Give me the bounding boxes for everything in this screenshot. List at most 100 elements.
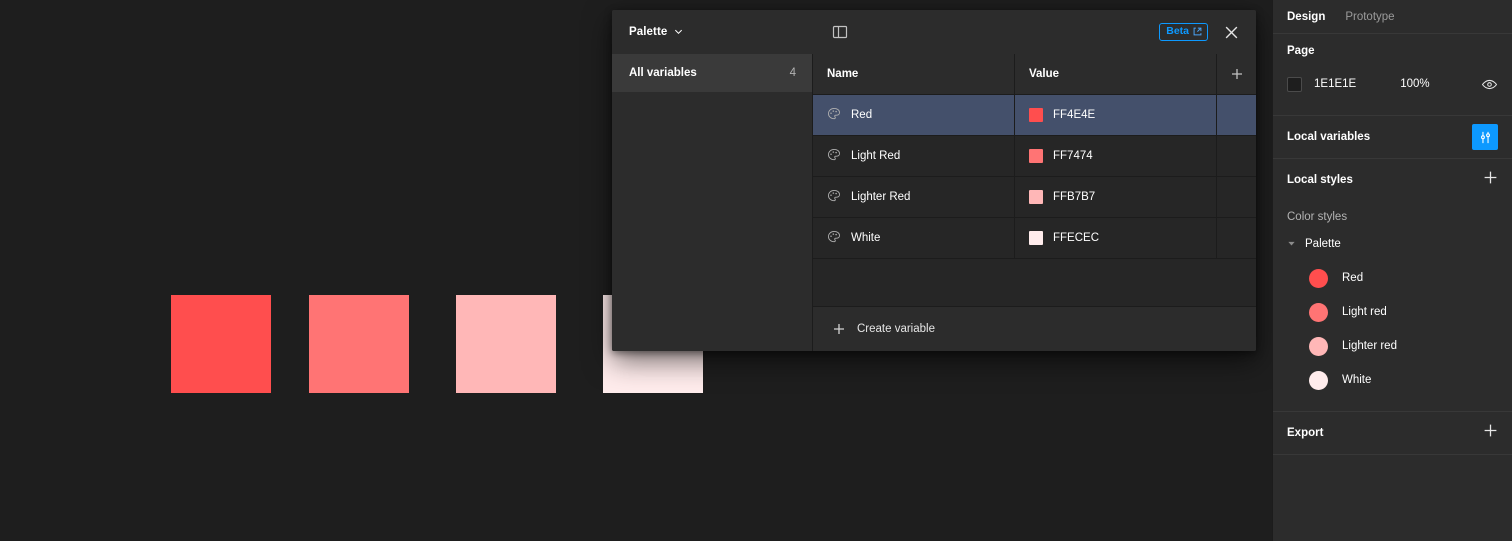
plus-icon: [1484, 171, 1497, 184]
toggle-sidebar-icon[interactable]: [827, 19, 853, 45]
nav-item-count: 4: [789, 67, 796, 79]
table-header-row: Name Value: [813, 54, 1256, 95]
modal-body: All variables 4 Name Value Red FF4E4E Li…: [612, 54, 1256, 351]
canvas-swatch-1[interactable]: [309, 295, 409, 393]
local-styles-title: Local styles: [1287, 174, 1353, 186]
style-group-palette[interactable]: Palette: [1287, 227, 1498, 261]
close-modal-button[interactable]: [1218, 19, 1244, 45]
variable-value-cell: FFB7B7: [1015, 177, 1217, 217]
figma-window: Palette Beta All variables 4 Name Value …: [0, 0, 1512, 541]
table-empty-area: [813, 259, 1256, 307]
variables-table: Name Value Red FF4E4E Light Red FF7474 L…: [813, 54, 1256, 307]
style-label: White: [1342, 374, 1372, 386]
row-extra-cell: [1217, 218, 1256, 258]
row-extra-cell: [1217, 177, 1256, 217]
beta-label: Beta: [1166, 25, 1189, 38]
local-variables-section: Local variables: [1273, 115, 1512, 158]
local-variables-action: [1472, 124, 1498, 150]
variable-name: Light Red: [851, 150, 901, 162]
style-color-dot: [1309, 268, 1328, 288]
style-item-lighter-red[interactable]: Lighter red: [1287, 329, 1498, 363]
palette-icon: [827, 107, 841, 124]
variable-value-cell: FF4E4E: [1015, 95, 1217, 135]
value-color-chip: [1029, 190, 1043, 204]
tab-design[interactable]: Design: [1287, 11, 1325, 23]
plus-icon: [834, 324, 844, 334]
local-styles-row: Local styles: [1287, 159, 1498, 201]
variable-value: FF4E4E: [1053, 109, 1096, 121]
column-header-name: Name: [813, 54, 1015, 94]
row-extra-cell: [1217, 136, 1256, 176]
variables-nav-list: All variables 4: [612, 54, 813, 351]
style-group-label: Palette: [1305, 238, 1341, 250]
page-section-spacer: [1287, 101, 1498, 115]
nav-item-label: All variables: [629, 67, 697, 79]
open-variables-button[interactable]: [1472, 124, 1498, 150]
variable-name-cell: Red: [813, 95, 1015, 135]
palette-icon: [827, 148, 841, 165]
canvas-swatch-2[interactable]: [456, 295, 556, 393]
page-color-hex[interactable]: 1E1E1E: [1314, 78, 1356, 90]
variable-name: Red: [851, 109, 873, 121]
chevron-down-icon: [674, 23, 683, 41]
external-link-icon: [1193, 27, 1202, 36]
export-row: Export: [1287, 412, 1498, 454]
add-export-button[interactable]: [1483, 423, 1498, 443]
style-color-dot: [1309, 370, 1328, 390]
caret-down-icon: [1287, 235, 1296, 253]
variable-name-cell: White: [813, 218, 1015, 258]
export-section: Export: [1273, 411, 1512, 454]
variables-table-panel: Name Value Red FF4E4E Light Red FF7474 L…: [813, 54, 1256, 351]
create-variable-button[interactable]: Create variable: [813, 307, 1256, 351]
page-opacity-value[interactable]: 100%: [1400, 78, 1429, 90]
add-style-button[interactable]: [1483, 170, 1498, 190]
style-item-light-red[interactable]: Light red: [1287, 295, 1498, 329]
canvas-swatch-0[interactable]: [171, 295, 271, 393]
styles-section-spacer: [1287, 397, 1498, 411]
variables-modal: Palette Beta All variables 4 Name Value …: [612, 10, 1256, 351]
add-variable-column-button[interactable]: [1217, 54, 1256, 94]
plus-icon: [1231, 69, 1242, 79]
variable-value: FFECEC: [1053, 232, 1099, 244]
variable-name: White: [851, 232, 881, 244]
column-header-value: Value: [1015, 54, 1217, 94]
table-row[interactable]: Light Red FF7474: [813, 136, 1256, 177]
palette-icon: [827, 230, 841, 247]
style-item-white[interactable]: White: [1287, 363, 1498, 397]
style-label: Red: [1342, 272, 1364, 284]
local-styles-section: Local styles Color styles Palette Red Li…: [1273, 158, 1512, 411]
style-item-red[interactable]: Red: [1287, 261, 1498, 295]
create-variable-label: Create variable: [857, 323, 935, 335]
page-color-row: 1E1E1E 100%: [1287, 67, 1498, 101]
variable-value-cell: FF7474: [1015, 136, 1217, 176]
right-sidebar: Design Prototype Page 1E1E1E 100% Local: [1272, 0, 1512, 541]
style-color-dot: [1309, 302, 1328, 322]
style-color-dot: [1309, 336, 1328, 356]
table-row[interactable]: Red FF4E4E: [813, 95, 1256, 136]
sidebar-tabs: Design Prototype: [1273, 0, 1512, 33]
variable-name: Lighter Red: [851, 191, 911, 203]
modal-titlebar: Palette Beta: [612, 10, 1256, 54]
visibility-eye-icon[interactable]: [1481, 76, 1498, 93]
table-row[interactable]: White FFECEC: [813, 218, 1256, 259]
variable-name-cell: Light Red: [813, 136, 1015, 176]
page-color-swatch[interactable]: [1287, 76, 1302, 92]
style-label: Light red: [1342, 306, 1387, 318]
page-section: Page 1E1E1E 100%: [1273, 33, 1512, 115]
collection-name: Palette: [629, 26, 668, 38]
page-section-title: Page: [1287, 44, 1315, 57]
tab-prototype[interactable]: Prototype: [1345, 11, 1394, 23]
value-color-chip: [1029, 231, 1043, 245]
plus-icon: [1484, 424, 1497, 437]
beta-badge[interactable]: Beta: [1159, 23, 1208, 41]
table-row[interactable]: Lighter Red FFB7B7: [813, 177, 1256, 218]
style-label: Lighter red: [1342, 340, 1397, 352]
variable-value: FF7474: [1053, 150, 1093, 162]
variable-value-cell: FFECEC: [1015, 218, 1217, 258]
variable-name-cell: Lighter Red: [813, 177, 1015, 217]
nav-item-all-variables[interactable]: All variables 4: [612, 54, 812, 92]
local-variables-row: Local variables: [1287, 116, 1498, 158]
collection-selector[interactable]: Palette: [612, 10, 813, 54]
modal-toolbar: Beta: [813, 10, 1256, 54]
value-color-chip: [1029, 108, 1043, 122]
